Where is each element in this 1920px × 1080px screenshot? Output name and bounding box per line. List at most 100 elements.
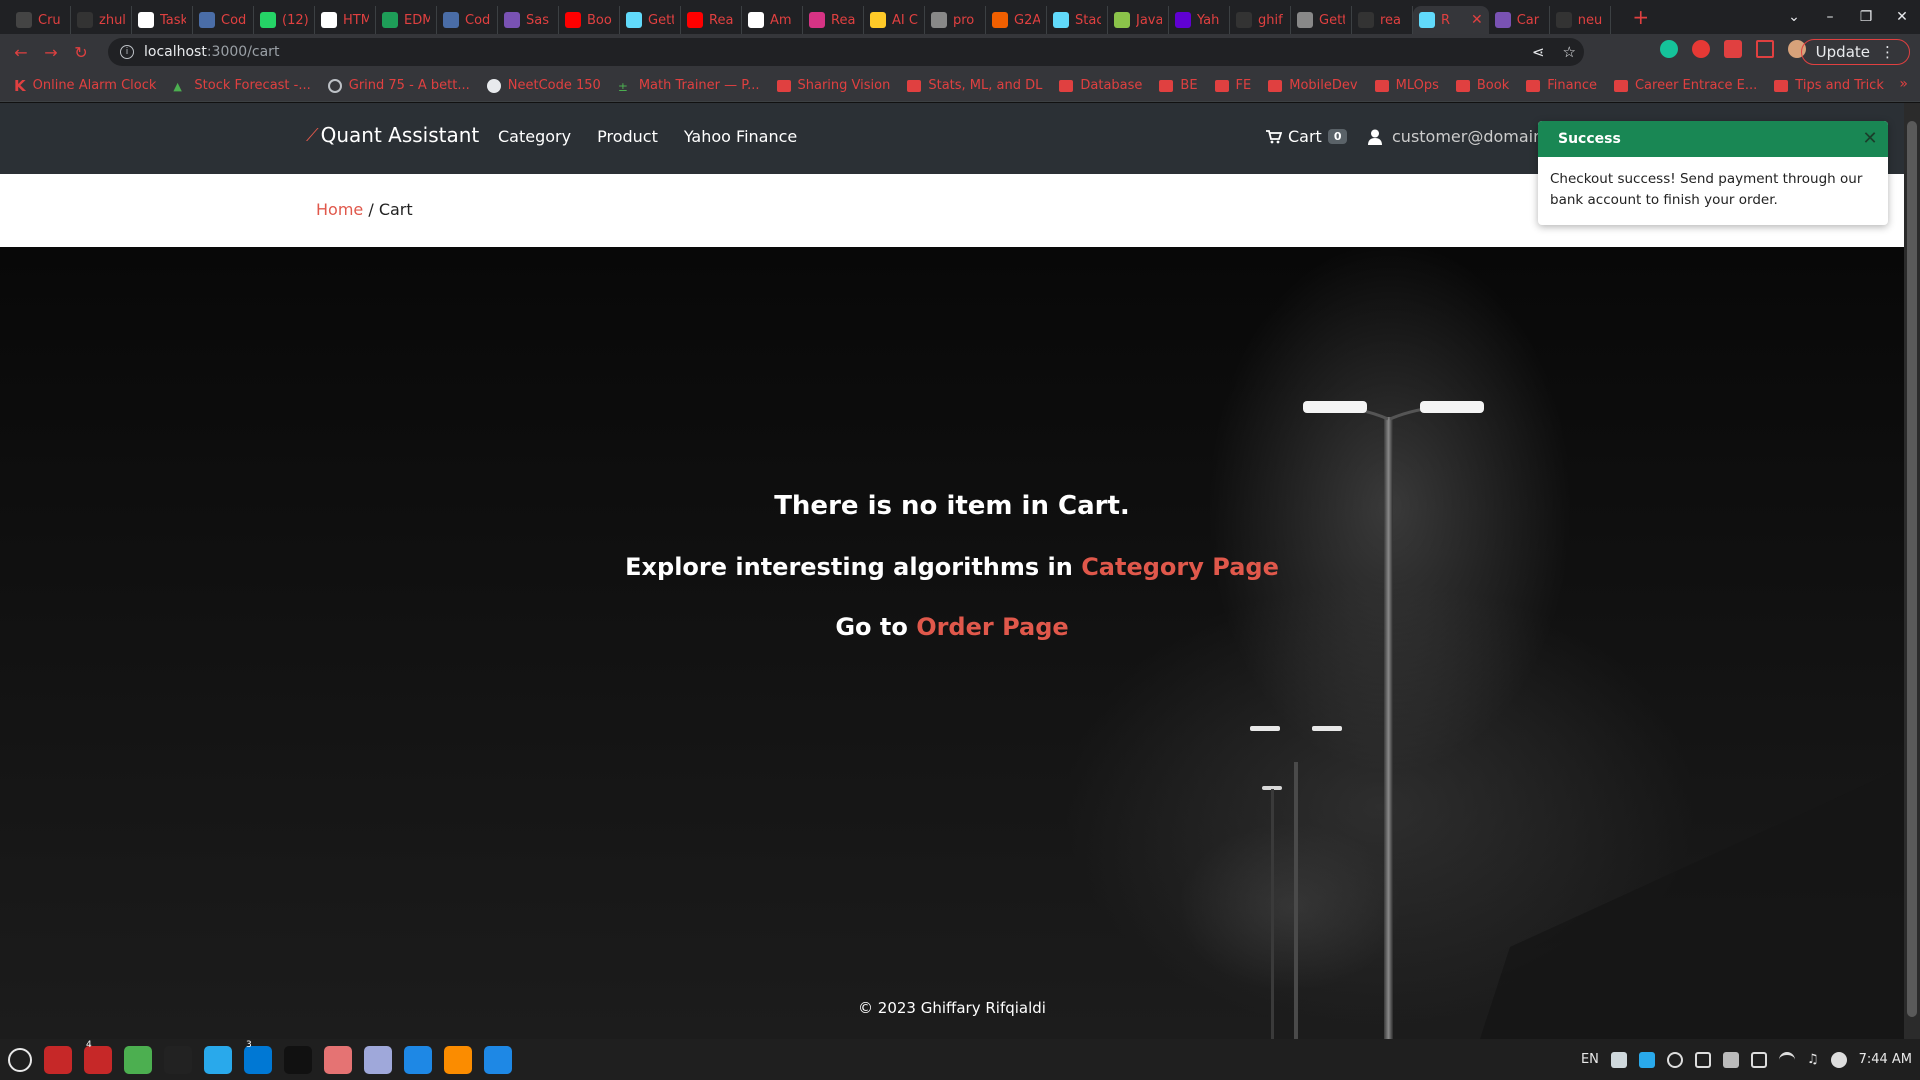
browser-tab[interactable]: HTM	[315, 6, 376, 34]
update-tray-icon[interactable]	[1830, 1051, 1847, 1068]
browser-tab[interactable]: Cod	[193, 6, 254, 34]
browser-tab[interactable]: Gett	[620, 6, 681, 34]
browser-tab[interactable]: ghif	[1230, 6, 1291, 34]
browser-tab[interactable]: Rea	[681, 6, 742, 34]
restore-icon[interactable]: ❐	[1848, 9, 1884, 25]
chrome-icon[interactable]	[124, 1045, 152, 1074]
intellij-icon[interactable]	[284, 1045, 312, 1074]
bookmarks-overflow-icon[interactable]: »	[1899, 76, 1908, 92]
telegram-tray-icon[interactable]	[1638, 1051, 1655, 1068]
grammarly-icon[interactable]	[1660, 40, 1678, 58]
bookmark-item[interactable]: FE	[1214, 78, 1251, 93]
page-scrollbar[interactable]	[1904, 103, 1920, 1039]
bookmark-item[interactable]: K Online Alarm Clock	[14, 77, 156, 95]
browser-tab[interactable]: Cru	[10, 6, 71, 34]
language-indicator[interactable]: EN	[1581, 1052, 1599, 1067]
browser-tab[interactable]: G2A	[986, 6, 1047, 34]
browser-tab[interactable]: Am	[742, 6, 803, 34]
browser-tab[interactable]: zhul	[71, 6, 132, 34]
battery-icon[interactable]	[1750, 1051, 1767, 1068]
wifi-icon[interactable]	[1778, 1051, 1795, 1068]
files-app-icon[interactable]: 4	[84, 1040, 112, 1074]
clock-time[interactable]: 7:44 AM	[1859, 1052, 1912, 1067]
browser-tab[interactable]: Rea	[803, 6, 864, 34]
bookmark-item[interactable]: Grind 75 - A bett...	[327, 78, 470, 93]
dolphin-icon[interactable]	[404, 1045, 432, 1074]
forward-icon[interactable]: →	[36, 43, 66, 62]
scrollbar-thumb[interactable]	[1907, 121, 1917, 1017]
nav-category[interactable]: Category	[498, 127, 571, 146]
reload-icon[interactable]: ↻	[66, 43, 96, 62]
update-button[interactable]: Update ⋮	[1800, 39, 1910, 65]
bookmark-item[interactable]: Career Entrace E...	[1613, 78, 1757, 93]
browser-tab[interactable]: Sas	[498, 6, 559, 34]
browser-tab[interactable]: EDM	[376, 6, 437, 34]
minimize-icon[interactable]: –	[1812, 9, 1848, 25]
browser-tab[interactable]: (12)	[254, 6, 315, 34]
side-panel-icon[interactable]	[1756, 40, 1774, 58]
breadcrumb-separator: /	[363, 200, 379, 219]
tab-search-icon[interactable]: ⌄	[1776, 9, 1812, 25]
browser-tab[interactable]: neu	[1550, 6, 1611, 34]
docker-tray-icon[interactable]	[1610, 1051, 1627, 1068]
browser-tab[interactable]: pro	[925, 6, 986, 34]
new-tab-icon[interactable]: +	[1629, 5, 1653, 29]
bookmark-item[interactable]: MobileDev	[1268, 78, 1358, 93]
order-page-link[interactable]: Order Page	[916, 613, 1068, 641]
nav-product[interactable]: Product	[597, 127, 658, 146]
bookmark-item[interactable]: Book	[1455, 78, 1509, 93]
nav-yahoo-finance[interactable]: Yahoo Finance	[684, 127, 797, 146]
bookmark-item[interactable]: Sharing Vision	[776, 78, 890, 93]
vscode-icon[interactable]: 3	[244, 1040, 272, 1074]
browser-tab[interactable]: Boo	[559, 6, 620, 34]
shield-icon[interactable]	[1722, 1051, 1739, 1068]
browser-tab[interactable]: Gett	[1291, 6, 1352, 34]
telegram-icon[interactable]	[204, 1045, 232, 1074]
empty-cart-title: There is no item in Cart.	[774, 491, 1130, 521]
browser-tab[interactable]: Yah	[1169, 6, 1230, 34]
terminal-icon[interactable]	[164, 1045, 192, 1074]
bookmark-item[interactable]: Finance	[1526, 78, 1597, 93]
back-icon[interactable]: ←	[6, 43, 36, 62]
cart-link[interactable]: Cart 0	[1266, 127, 1348, 146]
bookmark-item[interactable]: BE	[1159, 78, 1198, 93]
address-bar[interactable]: i localhost:3000/cart ⋖ ☆	[108, 38, 1584, 66]
browser-tab[interactable]: Stac	[1047, 6, 1108, 34]
folder-app-icon[interactable]	[44, 1045, 72, 1074]
bluetooth-icon[interactable]	[1666, 1051, 1683, 1068]
breadcrumb-home-link[interactable]: Home	[316, 200, 363, 219]
music-icon[interactable]: ♫	[1807, 1052, 1819, 1067]
browser-tab[interactable]: Task	[132, 6, 193, 34]
bookmark-item[interactable]: MLOps	[1374, 78, 1439, 93]
bookmark-item[interactable]: NeetCode 150	[486, 78, 601, 93]
clipboard-icon[interactable]	[1694, 1051, 1711, 1068]
site-info-icon[interactable]: i	[120, 45, 134, 59]
kebab-menu-icon[interactable]: ⋮	[1880, 43, 1895, 61]
adblock-icon[interactable]	[1692, 40, 1710, 58]
browser-tab[interactable]: rea	[1352, 6, 1413, 34]
bookmark-item[interactable]: Tips and Trick	[1774, 78, 1884, 93]
image-viewer-icon[interactable]	[324, 1045, 352, 1074]
browser-tab[interactable]: AI C	[864, 6, 925, 34]
browser-tab[interactable]: Car	[1489, 6, 1550, 34]
pen-app-icon[interactable]	[444, 1045, 472, 1074]
launcher-icon[interactable]	[8, 1047, 32, 1072]
bookmark-item[interactable]: Database	[1059, 78, 1142, 93]
close-icon[interactable]: ✕	[1860, 129, 1880, 149]
docker-icon[interactable]	[484, 1045, 512, 1074]
bookmark-item[interactable]: ▲ Stock Forecast -...	[173, 78, 310, 93]
browser-tab[interactable]: R ✕	[1413, 6, 1489, 34]
tab-close-icon[interactable]: ✕	[1471, 12, 1483, 28]
puzzle-icon[interactable]	[1724, 40, 1742, 58]
category-page-link[interactable]: Category Page	[1081, 553, 1279, 581]
brand-link[interactable]: ⟋ Quant Assistant	[306, 123, 479, 147]
share-icon[interactable]: ⋖	[1532, 43, 1545, 61]
close-window-icon[interactable]: ✕	[1884, 9, 1920, 25]
browser-tab[interactable]: Cod	[437, 6, 498, 34]
bookmark-item[interactable]: ± Math Trainer — P...	[618, 78, 760, 94]
bookmark-star-icon[interactable]: ☆	[1563, 43, 1576, 61]
browser-tab[interactable]: Java	[1108, 6, 1169, 34]
user-menu[interactable]: customer@domain.c	[1368, 127, 1557, 146]
bookmark-item[interactable]: Stats, ML, and DL	[907, 78, 1042, 93]
text-editor-icon[interactable]	[364, 1045, 392, 1074]
